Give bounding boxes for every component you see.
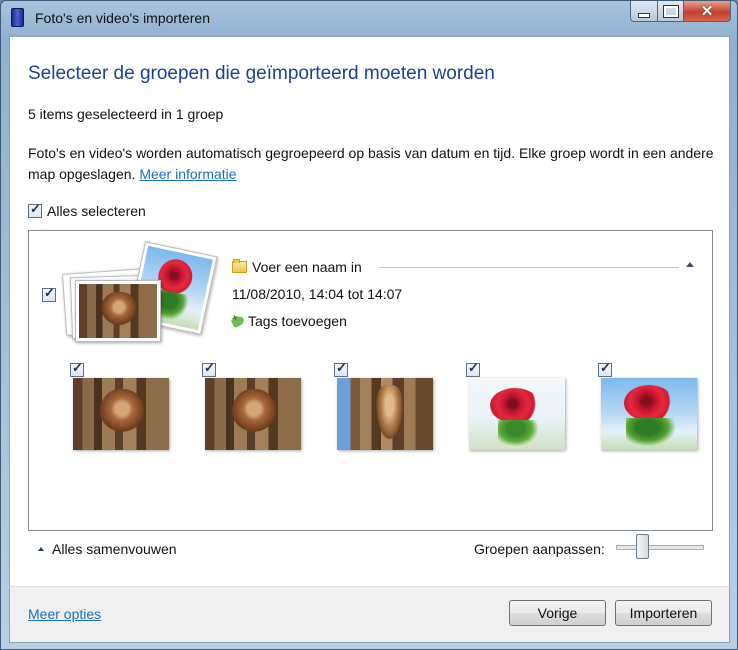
app-icon [11,8,24,27]
adjust-groups-label: Groepen aanpassen: [474,541,605,557]
stack-photo-dog [75,280,161,342]
checkbox-icon: ✓ [204,360,215,375]
photo-thumbnail[interactable] [601,378,697,450]
photo-thumbnail[interactable] [205,378,301,450]
selection-info: 5 items geselecteerd in 1 groep [28,106,224,122]
import-window: Foto's en video's importeren ✕ Selecteer… [0,0,738,650]
description: Foto's en video's worden automatisch geg… [28,143,718,185]
group-date-range: 11/08/2010, 14:04 tot 14:07 [232,286,403,302]
checkbox-icon: ✓ [336,360,347,375]
checkbox-icon: ✓ [72,360,83,375]
close-icon: ✕ [700,3,714,20]
checkbox-icon: ✓ [600,360,611,375]
select-all-row[interactable]: ✓ Alles selecteren [28,201,146,219]
group-slider-thumb[interactable] [636,534,649,559]
group-thumbnail-stack [61,241,219,342]
thumbnail-item[interactable]: ✓ [69,360,169,452]
thumbnail-checkbox[interactable]: ✓ [334,360,348,377]
add-tags-link[interactable]: Tags toevoegen [230,313,347,329]
photo-thumbnail[interactable] [469,378,565,450]
checkbox-icon: ✓ [468,360,479,375]
thumbnail-checkbox[interactable]: ✓ [466,360,480,377]
thumbnail-row: ✓ ✓ ✓ ✓ ✓ [69,360,697,452]
collapse-all-link[interactable]: Alles samenvouwen [38,541,177,557]
checkbox-icon: ✓ [30,201,41,216]
thumbnail-checkbox[interactable]: ✓ [598,360,612,377]
close-button[interactable]: ✕ [684,1,731,22]
minimize-icon [638,12,650,18]
more-options-link[interactable]: Meer opties [28,606,101,622]
previous-button[interactable]: Vorige [509,600,606,626]
photo-thumbnail[interactable] [337,378,433,450]
folder-icon [232,259,247,273]
select-all-checkbox[interactable]: ✓ [28,201,42,218]
more-info-link[interactable]: Meer informatie [139,166,236,182]
add-tags-label: Tags toevoegen [248,313,347,329]
maximize-button[interactable] [658,1,684,22]
tag-add-icon [230,314,246,328]
collapse-chevron-icon [38,547,44,551]
thumbnail-checkbox[interactable]: ✓ [70,360,84,377]
maximize-icon [662,4,679,18]
dialog-content: Selecteer de groepen die geïmporteerd mo… [9,36,730,586]
group-checkbox[interactable]: ✓ [42,285,56,302]
thumbnail-item[interactable]: ✓ [333,360,433,452]
collapse-group-icon[interactable] [686,262,694,267]
photo-thumbnail[interactable] [73,378,169,450]
group-slider-track[interactable] [616,545,704,550]
title-bar[interactable]: Foto's en video's importeren ✕ [1,1,737,35]
divider [379,267,679,268]
thumbnail-item[interactable]: ✓ [597,360,697,452]
import-button[interactable]: Importeren [615,600,712,626]
caption-buttons: ✕ [630,1,731,23]
group-name-field[interactable]: Voer een naam in [232,259,362,275]
description-text: Foto's en video's worden automatisch geg… [28,145,714,182]
dialog-footer: Meer opties Vorige Importeren [9,586,730,643]
select-all-label: Alles selecteren [47,203,146,219]
window-title: Foto's en video's importeren [35,10,210,26]
minimize-button[interactable] [630,1,658,22]
thumbnail-checkbox[interactable]: ✓ [202,360,216,377]
collapse-all-label: Alles samenvouwen [52,541,177,557]
page-title: Selecteer de groepen die geïmporteerd mo… [28,63,495,84]
checkbox-icon: ✓ [44,285,55,300]
thumbnail-item[interactable]: ✓ [201,360,301,452]
thumbnail-item[interactable]: ✓ [465,360,565,452]
group-panel: ✓ Voer een naam in 11/08/2010, 14:04 tot… [28,230,713,531]
group-name-placeholder: Voer een naam in [252,259,362,275]
